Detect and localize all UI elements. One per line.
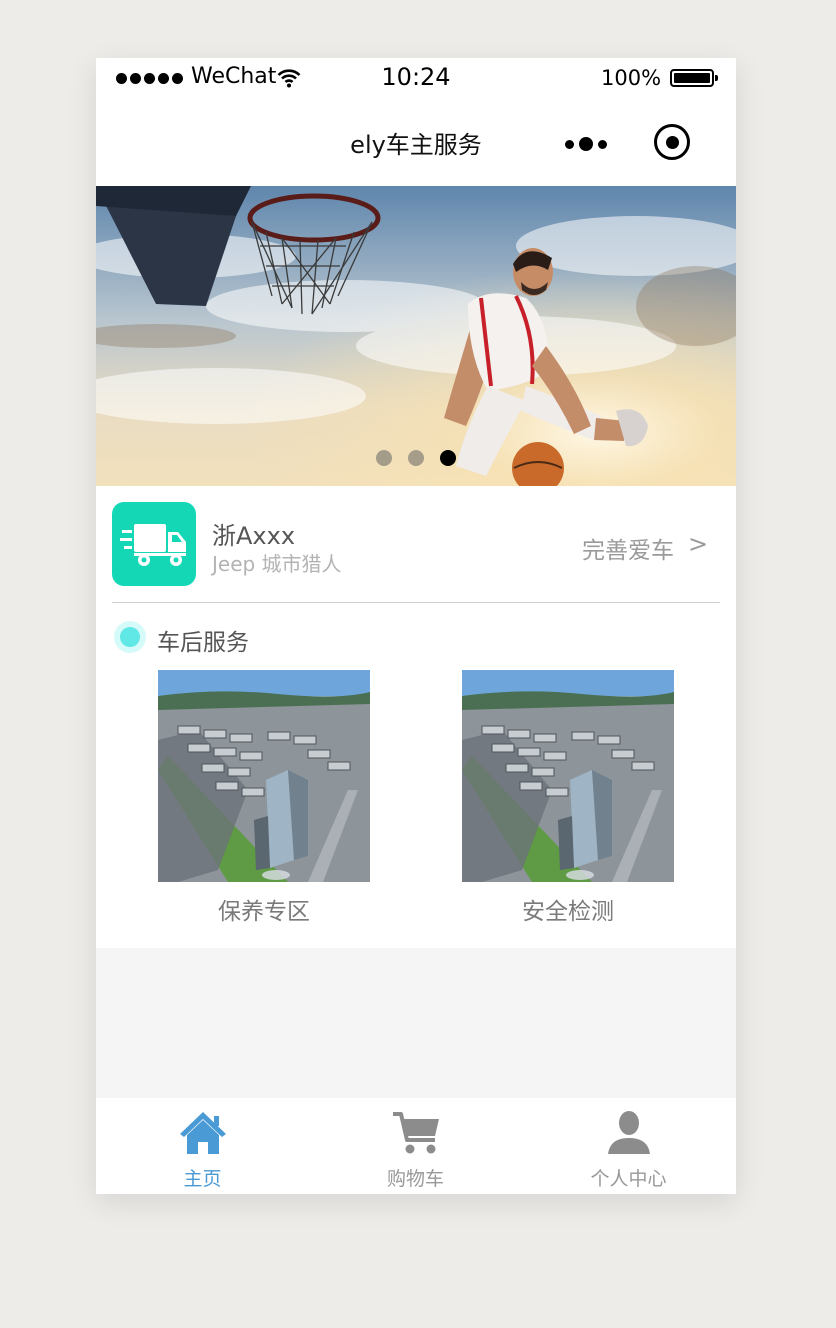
more-dots-icon[interactable]	[565, 137, 607, 151]
battery-percent: 100%	[601, 66, 662, 90]
tab-profile[interactable]: 个人中心	[522, 1098, 735, 1194]
section-dot-icon	[114, 621, 146, 653]
phone-frame: WeChat 10:24 100% ely车主服务 浙Axxx Jeep 城市猎…	[96, 58, 736, 1194]
aerial-city-building-photo	[158, 670, 370, 882]
complete-car-link[interactable]: 完善爱车	[582, 531, 674, 565]
page-title: ely车主服务	[350, 131, 482, 159]
battery-icon	[670, 69, 718, 87]
tab-home[interactable]: 主页	[96, 1098, 309, 1194]
service-item-safety-check[interactable]: 安全检测	[462, 670, 674, 926]
car-model: Jeep 城市猎人	[212, 552, 342, 576]
section-title: 车后服务	[157, 630, 249, 656]
tab-label: 购物车	[386, 1168, 444, 1190]
after-sales-service-section: 车后服务 保养专区 安全检测	[96, 603, 736, 948]
status-bar: WeChat 10:24 100%	[96, 58, 736, 98]
delivery-truck-icon	[112, 502, 196, 586]
carousel-dot-active[interactable]	[440, 450, 456, 466]
car-info-row[interactable]: 浙Axxx Jeep 城市猎人 完善爱车 >	[96, 486, 736, 603]
navigation-bar: ely车主服务	[96, 98, 736, 186]
carousel-dot[interactable]	[408, 450, 424, 466]
shopping-cart-icon	[392, 1112, 439, 1154]
tab-label: 个人中心	[590, 1168, 667, 1190]
chevron-right-icon[interactable]: >	[688, 530, 708, 558]
tab-label: 主页	[183, 1168, 222, 1190]
tab-bar: 主页 购物车 个人中心	[96, 1098, 736, 1194]
record-close-icon[interactable]	[654, 124, 690, 160]
banner-carousel[interactable]	[96, 186, 736, 486]
user-icon	[607, 1111, 650, 1154]
aerial-city-building-photo	[462, 670, 674, 882]
basketball-player-dunk-photo	[96, 186, 736, 486]
home-icon	[179, 1112, 226, 1154]
car-plate: 浙Axxx	[212, 522, 296, 550]
carousel-indicators	[376, 450, 456, 466]
tab-cart[interactable]: 购物车	[309, 1098, 522, 1194]
service-item-label: 保养专区	[218, 899, 310, 925]
carousel-dot[interactable]	[376, 450, 392, 466]
service-item-maintenance[interactable]: 保养专区	[158, 670, 370, 926]
service-item-label: 安全检测	[522, 899, 614, 925]
